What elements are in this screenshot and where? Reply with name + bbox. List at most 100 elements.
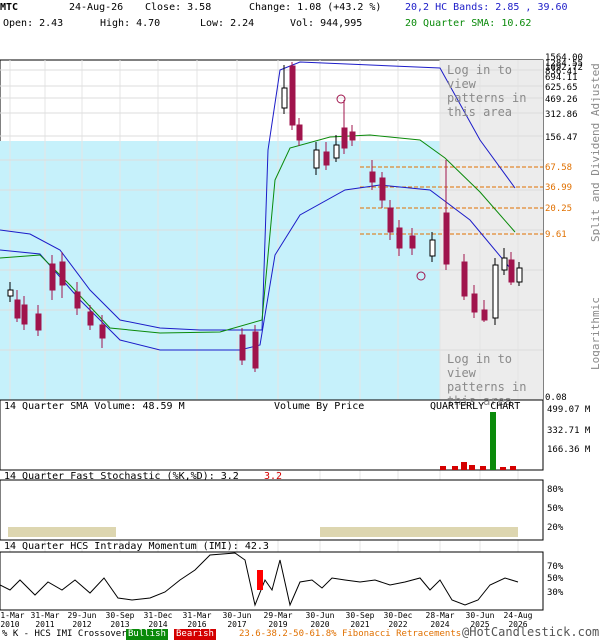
candle-body bbox=[21, 304, 28, 325]
volume-bar bbox=[452, 466, 458, 470]
imi-tick: 70% bbox=[547, 562, 564, 572]
price-tick-label: 156.47 bbox=[545, 133, 578, 143]
volume-tick: 499.07 M bbox=[547, 405, 591, 415]
imi-tick: 30% bbox=[547, 588, 564, 598]
fib-label: 9.61 bbox=[545, 230, 567, 240]
volume-bar bbox=[490, 412, 496, 470]
x-tick-label: 30-Jun bbox=[466, 611, 495, 620]
x-tick-year: 2011 bbox=[35, 620, 54, 629]
stoch-band-left bbox=[8, 527, 116, 537]
candle-body bbox=[14, 299, 21, 319]
candle-body bbox=[341, 127, 348, 149]
vbp-title: Volume By Price bbox=[274, 401, 365, 412]
x-tick-year: 2017 bbox=[227, 620, 246, 629]
candle-body bbox=[281, 87, 288, 109]
x-tick-year: 2014 bbox=[148, 620, 167, 629]
volume-bar bbox=[500, 467, 506, 470]
candle-body bbox=[313, 149, 320, 169]
stoch-band-right bbox=[320, 527, 518, 537]
x-tick-year: 2013 bbox=[110, 620, 129, 629]
right-axis-label: Split and Dividend Adjusted bbox=[589, 63, 600, 242]
candle-body bbox=[349, 131, 356, 141]
candle-body bbox=[379, 177, 386, 201]
x-tick-label: 31-Mar bbox=[183, 611, 212, 620]
x-tick-label: 31-Mar bbox=[31, 611, 60, 620]
candle-body bbox=[7, 289, 14, 297]
stoch-tick: 20% bbox=[547, 523, 564, 533]
log-label: Logarithmic bbox=[589, 297, 600, 370]
x-axis-ticks: 31-Mar201031-Mar201129-Jun201230-Sep2013… bbox=[0, 611, 533, 629]
watermark-top: Log in to view patterns in this area bbox=[447, 63, 527, 119]
candle-body bbox=[252, 331, 259, 369]
volume-bar bbox=[510, 466, 516, 470]
candle-body bbox=[492, 264, 499, 319]
volume-bar bbox=[469, 465, 475, 470]
imi-tick: 50% bbox=[547, 574, 564, 584]
x-tick-year: 2021 bbox=[350, 620, 369, 629]
legend-bearish: Bearish bbox=[174, 629, 216, 640]
volume-bar bbox=[440, 466, 446, 470]
candle-body bbox=[409, 235, 416, 249]
candle-body bbox=[501, 257, 508, 271]
x-tick-year: 2024 bbox=[430, 620, 449, 629]
volume-bar bbox=[480, 466, 486, 470]
fib-label: 36.99 bbox=[545, 183, 572, 193]
candle-body bbox=[59, 261, 66, 286]
x-tick-label: 30-Dec bbox=[384, 611, 413, 620]
stoch-title: 14 Quarter Fast Stochastic (%K,%D): 3.2 bbox=[4, 471, 239, 482]
candle-body bbox=[289, 65, 296, 126]
candle-body bbox=[74, 291, 81, 309]
x-tick-label: 29-Jun bbox=[68, 611, 97, 620]
stoch-tick: 80% bbox=[547, 485, 564, 495]
candle-body bbox=[429, 239, 436, 257]
candle-body bbox=[516, 267, 523, 283]
candle-body bbox=[323, 151, 330, 166]
candle-body bbox=[471, 293, 478, 313]
volume-title: 14 Quarter SMA Volume: 48.59 M bbox=[4, 401, 185, 412]
imi-title: 14 Quarter HCS Intraday Momentum (IMI): … bbox=[4, 541, 269, 552]
candle-body bbox=[481, 309, 488, 321]
x-tick-label: 30-Sep bbox=[106, 611, 135, 620]
legend-bullish: Bullish bbox=[126, 629, 168, 640]
x-tick-year: 2020 bbox=[310, 620, 329, 629]
fib-label: 20.25 bbox=[545, 204, 572, 214]
x-tick-year: 2019 bbox=[268, 620, 287, 629]
candle-body bbox=[87, 311, 94, 326]
x-tick-label: 30-Sep bbox=[346, 611, 375, 620]
candle-body bbox=[443, 212, 450, 265]
legend-prefix: % K - HCS IMI Crossover: bbox=[2, 629, 133, 639]
x-tick-label: 29-Mar bbox=[264, 611, 293, 620]
volume-tick: 166.36 M bbox=[547, 445, 591, 455]
imi-panel bbox=[0, 551, 544, 611]
candle-body bbox=[296, 124, 303, 141]
x-tick-label: 31-Mar bbox=[0, 611, 25, 620]
watermark-bottom: Log in to view patterns in this area bbox=[447, 352, 527, 408]
x-tick-label: 24-Aug bbox=[504, 611, 533, 620]
candle-body bbox=[369, 171, 376, 183]
candle-body bbox=[396, 227, 403, 249]
x-tick-label: 28-Mar bbox=[426, 611, 455, 620]
legend-fib: 23.6-38.2-50-61.8% Fibonacci Retracement… bbox=[239, 629, 462, 639]
price-tick-label: 0.08 bbox=[545, 393, 567, 403]
candle-body bbox=[333, 144, 340, 159]
lower-panel-ticks: 499.07 M 332.71 M 166.36 M 80% 50% 20% 70% 50% 3… bbox=[547, 405, 591, 598]
x-tick-label: 30-Jun bbox=[223, 611, 252, 620]
bearish-crossover-marker bbox=[257, 570, 263, 590]
x-tick-label: 31-Dec bbox=[144, 611, 173, 620]
candle-body bbox=[49, 263, 56, 291]
fib-label: 67.58 bbox=[545, 163, 572, 173]
candle-body bbox=[387, 207, 394, 233]
volume-bar bbox=[461, 462, 467, 470]
x-tick-year: 2010 bbox=[0, 620, 19, 629]
x-tick-year: 2022 bbox=[388, 620, 407, 629]
price-tick-label: 694.11 bbox=[545, 73, 578, 83]
x-tick-year: 2016 bbox=[187, 620, 206, 629]
chart-type: QUARTERLY CHART bbox=[430, 401, 521, 412]
x-tick-year: 2012 bbox=[72, 620, 91, 629]
volume-tick: 332.71 M bbox=[547, 426, 591, 436]
stoch-d-value: 3.2 bbox=[264, 471, 283, 482]
price-tick-label: 469.26 bbox=[545, 95, 578, 105]
x-tick-label: 30-Jun bbox=[306, 611, 335, 620]
candle-body bbox=[35, 313, 42, 331]
brand: @HotCandlestick.com bbox=[462, 625, 600, 639]
